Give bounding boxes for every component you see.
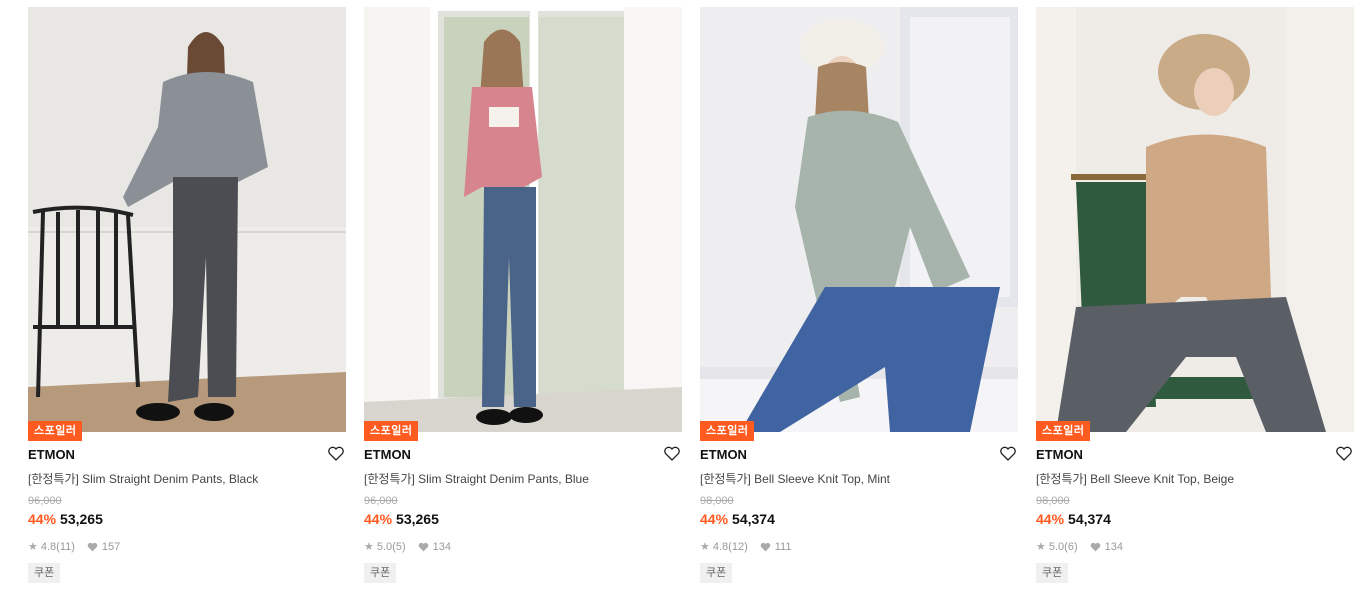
spoiler-badge: 스포일러 <box>1036 421 1091 441</box>
coupon-badge: 쿠폰 <box>700 563 733 583</box>
product-card[interactable]: 스포일러 ETMON [한정특가] Slim Straight Denim Pa… <box>364 7 682 587</box>
review-count: (12) <box>728 540 748 553</box>
product-card[interactable]: 스포일러 ETMON [한정특가] Slim Straight Denim Pa… <box>28 7 346 587</box>
original-price: 96,000 <box>28 495 62 507</box>
brand-name[interactable]: ETMON <box>364 447 411 462</box>
product-card[interactable]: 스포일러 ETMON [한정특가] Bell Sleeve Knit Top, … <box>1036 7 1354 587</box>
wishlist-heart-icon[interactable] <box>1000 446 1016 461</box>
coupon-badge: 쿠폰 <box>28 563 61 583</box>
price-row: 44% 53,265 <box>28 511 103 527</box>
price-row: 44% 53,265 <box>364 511 439 527</box>
original-price: 98,000 <box>1036 495 1070 507</box>
likes-count: 134 <box>1104 540 1123 553</box>
rating-value: 5.0 <box>376 540 393 553</box>
coupon-badge: 쿠폰 <box>1036 563 1069 583</box>
review-count: (5) <box>392 540 406 553</box>
star-icon: ★ <box>1036 541 1046 553</box>
discount-rate: 44% <box>1036 511 1065 527</box>
brand-name[interactable]: ETMON <box>1036 447 1083 462</box>
spoiler-badge: 스포일러 <box>28 421 83 441</box>
brand-name[interactable]: ETMON <box>700 447 747 462</box>
brand-name[interactable]: ETMON <box>28 447 75 462</box>
wishlist-heart-icon[interactable] <box>328 446 344 461</box>
spoiler-badge: 스포일러 <box>700 421 755 441</box>
rating-value: 5.0 <box>1048 540 1065 553</box>
product-photo[interactable] <box>28 7 346 432</box>
sale-price: 53,265 <box>60 511 103 527</box>
star-icon: ★ <box>364 541 374 553</box>
review-count: (6) <box>1064 540 1078 553</box>
likes-count: 134 <box>432 540 451 553</box>
product-title[interactable]: [한정특가] Bell Sleeve Knit Top, Beige <box>1036 470 1234 487</box>
original-price: 98,000 <box>700 495 734 507</box>
star-icon: ★ <box>28 541 38 553</box>
sale-price: 54,374 <box>732 511 775 527</box>
product-grid: 스포일러 ETMON [한정특가] Slim Straight Denim Pa… <box>28 7 1354 587</box>
product-photo[interactable] <box>1036 7 1354 432</box>
product-photo[interactable] <box>700 7 1018 432</box>
rating-value: 4.8 <box>712 540 729 553</box>
product-photo[interactable] <box>364 7 682 432</box>
coupon-badge: 쿠폰 <box>364 563 397 583</box>
rating-likes: ★ 4.8 (11) 157 <box>28 540 121 554</box>
likes-count: 157 <box>101 540 121 553</box>
original-price: 96,000 <box>364 495 398 507</box>
rating-likes: ★ 5.0 (5) 134 <box>364 540 451 554</box>
rating-value: 4.8 <box>40 540 57 553</box>
spoiler-badge: 스포일러 <box>364 421 419 441</box>
price-row: 44% 54,374 <box>1036 511 1111 527</box>
rating-likes: ★ 5.0 (6) 134 <box>1036 540 1123 554</box>
rating-likes: ★ 4.8 (12) 111 <box>700 540 792 554</box>
discount-rate: 44% <box>364 511 393 527</box>
product-title[interactable]: [한정특가] Slim Straight Denim Pants, Blue <box>364 470 589 487</box>
wishlist-heart-icon[interactable] <box>1336 446 1352 461</box>
likes-count: 111 <box>774 540 792 553</box>
sale-price: 53,265 <box>396 511 439 527</box>
product-title[interactable]: [한정특가] Slim Straight Denim Pants, Black <box>28 470 258 487</box>
likes-heart-icon <box>1090 542 1100 551</box>
discount-rate: 44% <box>28 511 57 527</box>
star-icon: ★ <box>700 541 710 553</box>
price-row: 44% 54,374 <box>700 511 775 527</box>
wishlist-heart-icon[interactable] <box>664 446 680 461</box>
sale-price: 54,374 <box>1068 511 1111 527</box>
discount-rate: 44% <box>700 511 729 527</box>
likes-heart-icon <box>87 542 98 551</box>
likes-heart-icon <box>760 542 771 551</box>
product-title[interactable]: [한정특가] Bell Sleeve Knit Top, Mint <box>700 470 890 487</box>
likes-heart-icon <box>418 542 428 551</box>
review-count: (11) <box>56 540 75 553</box>
product-card[interactable]: 스포일러 ETMON [한정특가] Bell Sleeve Knit Top, … <box>700 7 1018 587</box>
